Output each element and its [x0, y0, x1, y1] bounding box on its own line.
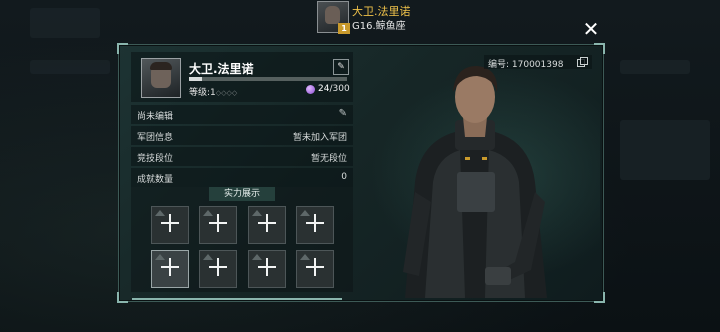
- avatar-face: [325, 6, 340, 24]
- level-text: 等级:1◇◇◇◇: [189, 85, 237, 98]
- achievement-value: 0: [341, 172, 347, 182]
- edit-signature-icon[interactable]: ✎: [339, 108, 347, 119]
- power-display-section: 实力展示: [131, 187, 353, 292]
- level-stars: ◇◇◇◇: [215, 89, 238, 97]
- close-icon[interactable]: ✕: [580, 18, 602, 40]
- power-display-title: 实力展示: [209, 187, 275, 201]
- power-slot[interactable]: [151, 206, 189, 244]
- add-icon: [258, 214, 276, 232]
- character-vest: [457, 172, 495, 212]
- add-icon: [306, 258, 324, 276]
- character-glove: [485, 267, 511, 285]
- power-slot[interactable]: [199, 206, 237, 244]
- legion-row: 军团信息 暂未加入军团: [131, 126, 353, 145]
- power-slot[interactable]: [151, 250, 189, 288]
- character-gold-trim: [482, 157, 487, 160]
- stamina-gem-icon: [306, 85, 315, 94]
- add-icon: [209, 214, 227, 232]
- power-slot[interactable]: [199, 250, 237, 288]
- background-blur-block: [30, 8, 100, 38]
- avatar-level-badge: 1: [338, 23, 350, 34]
- signature-label: 尚未编辑: [137, 112, 174, 122]
- header-server-name: G16.鲸鱼座: [352, 21, 406, 32]
- stamina-value: 24/300: [318, 84, 350, 94]
- achievement-row: 成就数量 0: [131, 168, 353, 187]
- profile-card: 大卫.法里诺 ✎ 等级:1◇◇◇◇ 24/300 尚未编辑 ✎ 军团信息 暂未加…: [131, 52, 353, 292]
- legion-label: 军团信息: [137, 133, 174, 143]
- character-id-bar: 编号: 170001398: [484, 55, 592, 70]
- background-blur-block: [30, 60, 110, 74]
- add-icon: [161, 258, 179, 276]
- copy-icon[interactable]: [577, 57, 588, 67]
- stamina-max: /300: [329, 84, 350, 94]
- frame-corner: [594, 43, 605, 54]
- level-label: 等级:1: [189, 88, 216, 98]
- avatar-hair: [150, 62, 172, 70]
- character-portrait: [403, 66, 547, 298]
- background-blur-block: [620, 60, 690, 74]
- power-slot[interactable]: [248, 206, 286, 244]
- add-icon: [258, 258, 276, 276]
- xp-progress-fill: [189, 77, 202, 81]
- edit-name-icon[interactable]: ✎: [333, 59, 349, 75]
- power-slot[interactable]: [248, 250, 286, 288]
- panel-bottom-accent: [132, 298, 342, 300]
- character-gold-trim: [465, 157, 470, 160]
- frame-corner: [117, 292, 128, 303]
- signature-row[interactable]: 尚未编辑 ✎: [131, 105, 353, 124]
- rank-value: 暂无段位: [310, 154, 347, 164]
- background-blur-block: [620, 120, 710, 180]
- stamina-current: 24: [318, 84, 330, 94]
- xp-progress-bar: [189, 77, 347, 81]
- profile-name: 大卫.法里诺: [189, 62, 254, 76]
- header-avatar[interactable]: 1: [317, 1, 350, 34]
- profile-header: 大卫.法里诺 ✎ 等级:1◇◇◇◇ 24/300: [131, 52, 353, 102]
- rank-row: 竞技段位 暂无段位: [131, 147, 353, 166]
- legion-value: 暂未加入军团: [292, 133, 347, 143]
- frame-corner: [117, 43, 128, 54]
- achievement-label: 成就数量: [137, 175, 174, 185]
- power-slot[interactable]: [296, 250, 334, 288]
- add-icon: [209, 258, 227, 276]
- rank-label: 竞技段位: [137, 154, 174, 164]
- character-id-text: 编号: 170001398: [488, 60, 564, 70]
- add-icon: [161, 214, 179, 232]
- add-icon: [306, 214, 324, 232]
- frame-corner: [594, 292, 605, 303]
- power-slot[interactable]: [296, 206, 334, 244]
- profile-avatar[interactable]: [141, 58, 181, 98]
